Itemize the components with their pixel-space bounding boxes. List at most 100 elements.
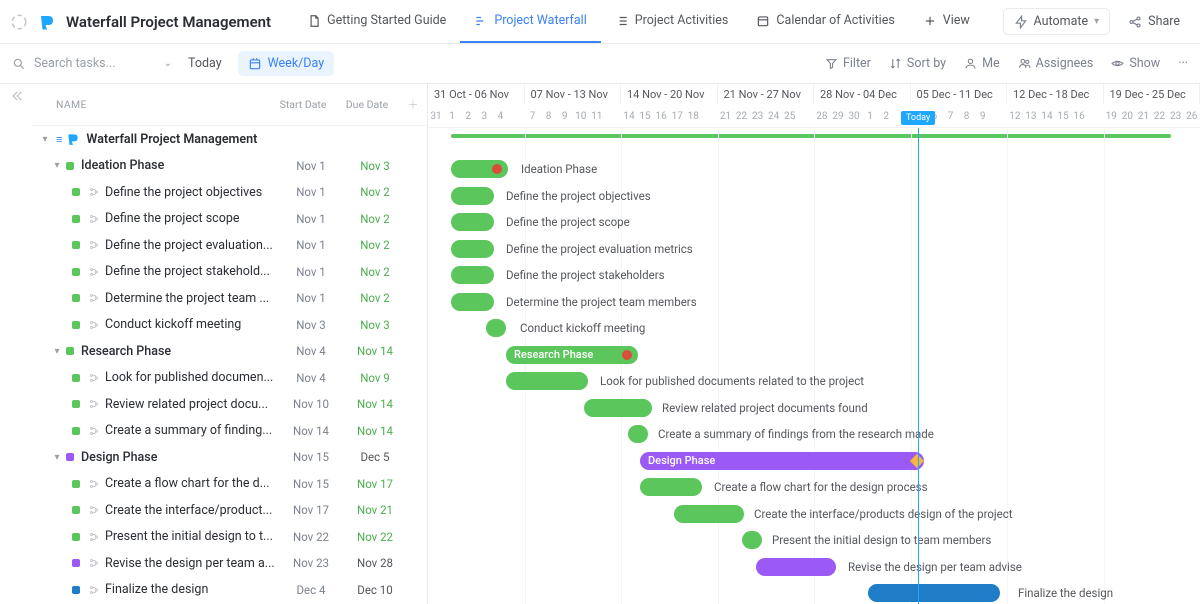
task-name: Define the project scope [105,211,279,226]
weekday-toggle[interactable]: Week/Day [238,51,334,76]
task-row[interactable]: Review related project docu...Nov 10Nov … [32,391,427,418]
tab-getting-started-guide[interactable]: Getting Started Guide [293,0,460,43]
calendar-icon [756,14,770,28]
start-date: Nov 14 [279,424,343,438]
day-label: 17 [669,104,685,128]
show-button[interactable]: Show [1111,56,1160,71]
task-row[interactable]: Conduct kickoff meetingNov 3Nov 3 [32,311,427,338]
chevron-down-icon: ▾ [50,346,64,357]
weekday-label: Week/Day [268,56,324,71]
task-row[interactable]: Finalize the designDec 4Dec 10 [32,576,427,603]
tab-calendar-of-activities[interactable]: Calendar of Activities [742,0,908,43]
share-button[interactable]: Share [1118,9,1190,34]
day-label: 19 [1103,104,1119,128]
phase-row[interactable]: ▾Ideation PhaseNov 1Nov 3 [32,152,427,179]
subtask-icon [87,530,100,543]
start-date: Nov 1 [279,159,343,173]
app-logo-icon [38,13,56,31]
list-header-row[interactable]: ▾ ≡ Waterfall Project Management [32,126,427,153]
gantt-bar[interactable] [674,505,744,523]
task-row[interactable]: Revise the design per team a...Nov 23Nov… [32,550,427,577]
day-label: 2 [460,104,476,128]
task-name: Design Phase [81,450,279,465]
list-title: Waterfall Project Management [86,132,279,147]
automate-label: Automate [1034,14,1089,29]
task-row[interactable]: Define the project evaluation...Nov 1Nov… [32,232,427,259]
gantt-bar[interactable] [451,213,494,231]
subtask-icon [87,186,100,199]
gantt-bar[interactable] [640,478,702,496]
sort-label: Sort by [907,56,946,71]
subtask-icon [87,477,100,490]
me-button[interactable]: Me [964,56,1000,71]
due-date: Nov 22 [343,530,407,544]
task-row[interactable]: Define the project stakehold...Nov 1Nov … [32,258,427,285]
gantt-bar[interactable] [451,240,494,258]
tab-label: Calendar of Activities [776,13,894,28]
gantt-bar[interactable] [451,293,494,311]
task-row[interactable]: Present the initial design to t...Nov 22… [32,523,427,550]
plus-icon [923,14,937,28]
today-line: Today [918,128,919,604]
task-row[interactable]: Define the project objectivesNov 1Nov 2 [32,179,427,206]
day-label [508,104,524,128]
sort-button[interactable]: Sort by [889,56,946,71]
gantt-bar[interactable] [451,266,494,284]
week-label: 28 Nov - 04 Dec [814,84,911,104]
day-label: 22 [1152,104,1168,128]
gantt-bar[interactable]: Research Phase [506,346,638,364]
task-row[interactable]: Create a flow chart for the d...Nov 15No… [32,470,427,497]
subtask-icon [87,371,100,384]
day-label: 1 [444,104,460,128]
gantt-bar[interactable] [451,187,494,205]
start-date: Dec 4 [279,583,343,597]
day-label: 8 [959,104,975,128]
gantt-bar[interactable] [584,399,652,417]
filter-button[interactable]: Filter [825,56,871,71]
task-row[interactable]: Determine the project team ...Nov 1Nov 2 [32,285,427,312]
today-link[interactable]: Today [188,56,222,71]
gantt-bar[interactable] [742,531,762,549]
gantt-bar[interactable] [756,558,836,576]
automate-button[interactable]: Automate ▾ [1003,8,1111,35]
task-name: Define the project evaluation... [105,238,279,253]
more-button[interactable]: ··· [1178,56,1188,71]
list-lines-icon: ≡ [56,133,62,146]
phase-row[interactable]: ▾Design PhaseNov 15Dec 5 [32,444,427,471]
status-bullet-icon [72,188,80,196]
day-label: 20 [1119,104,1135,128]
collapse-handle-icon[interactable] [0,84,32,604]
day-label: 9 [975,104,991,128]
day-label: 14 [621,104,637,128]
task-row[interactable]: Look for published documen...Nov 4Nov 9 [32,364,427,391]
subtask-icon [87,583,100,596]
gantt-bar[interactable] [868,584,1000,602]
subtask-icon [87,239,100,252]
gantt-bar[interactable] [506,372,588,390]
task-row[interactable]: Create a summary of finding...Nov 14Nov … [32,417,427,444]
day-label: 14 [1039,104,1055,128]
assignees-button[interactable]: Assignees [1018,56,1094,71]
day-label: 22 [733,104,749,128]
add-column-button[interactable]: ＋ [399,97,427,112]
search-input[interactable]: Search tasks... ⌄ [12,56,172,71]
task-row[interactable]: Create the interface/product...Nov 17Nov… [32,497,427,524]
gantt-bar[interactable] [486,319,506,337]
phase-row[interactable]: ▾Research PhaseNov 4Nov 14 [32,338,427,365]
status-bullet-icon [72,268,80,276]
tab-project-waterfall[interactable]: Project Waterfall [460,0,600,43]
status-bullet-icon [72,400,80,408]
status-bullet-icon [72,480,80,488]
gantt-bar[interactable]: Design Phase [640,452,924,470]
tab-view[interactable]: View [909,0,984,43]
share-label: Share [1148,14,1180,29]
chevron-down-icon: ⌄ [164,58,172,69]
due-date: Nov 2 [343,291,407,305]
task-name: Research Phase [81,344,279,359]
start-date: Nov 4 [279,371,343,385]
tab-label: Project Waterfall [494,13,586,28]
page-title: Waterfall Project Management [66,13,271,31]
gantt-bar[interactable] [628,425,648,443]
task-row[interactable]: Define the project scopeNov 1Nov 2 [32,205,427,232]
tab-project-activities[interactable]: Project Activities [601,0,743,43]
